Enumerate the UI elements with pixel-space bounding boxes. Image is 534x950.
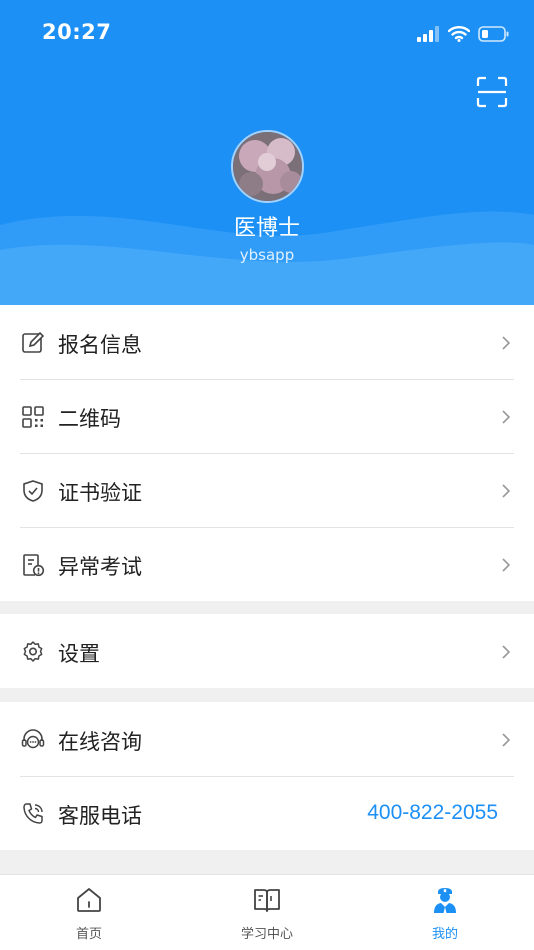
menu-item-label: 二维码 <box>58 407 121 431</box>
tab-home[interactable]: 首页 <box>0 875 178 950</box>
menu-item-settings[interactable]: 设置 <box>0 614 534 688</box>
bottom-tab-bar: 首页 学习中心 我的 <box>0 874 534 950</box>
home-icon <box>77 888 101 912</box>
tab-learning-center[interactable]: 学习中心 <box>178 875 356 950</box>
menu-item-registration-info[interactable]: 报名信息 <box>0 305 534 379</box>
chevron-right-icon <box>502 558 511 572</box>
qr-code-icon <box>22 406 44 428</box>
book-icon <box>254 889 280 912</box>
service-phone-number[interactable]: 400-822-2055 <box>367 801 498 825</box>
cellular-signal-icon <box>417 26 439 42</box>
tab-label: 我的 <box>431 927 458 942</box>
wifi-icon <box>448 26 470 42</box>
menu-group-support: 在线咨询 客服电话 400-822-2055 <box>0 702 534 850</box>
gear-icon <box>23 641 43 662</box>
exam-alert-icon <box>23 554 45 577</box>
menu-group-settings: 设置 <box>0 614 534 688</box>
status-bar: 20:27 <box>0 0 534 64</box>
menu-item-qr-code[interactable]: 二维码 <box>0 379 534 453</box>
profile-name: 医博士 <box>233 216 300 241</box>
tab-mine[interactable]: 我的 <box>356 875 534 950</box>
phone-icon <box>23 803 43 824</box>
scan-icon[interactable] <box>476 76 508 108</box>
menu-item-label: 在线咨询 <box>58 730 142 754</box>
menu-group-account: 报名信息 二维码 证书验证 异常考试 <box>0 305 534 601</box>
profile-header: 20:27 医博士 ybsapp <box>0 0 534 305</box>
menu-item-service-phone[interactable]: 客服电话 400-822-2055 <box>0 776 534 850</box>
menu-item-abnormal-exam[interactable]: 异常考试 <box>0 527 534 601</box>
edit-form-icon <box>22 331 45 353</box>
chevron-right-icon <box>502 410 511 424</box>
shield-check-icon <box>23 480 43 502</box>
battery-icon <box>478 26 509 42</box>
profile-account: ybsapp <box>239 246 295 264</box>
menu-item-label: 异常考试 <box>58 555 142 579</box>
chevron-right-icon <box>502 484 511 498</box>
menu-item-label: 证书验证 <box>58 481 142 505</box>
menu-item-label: 设置 <box>58 642 100 666</box>
headset-chat-icon <box>21 729 45 749</box>
chevron-right-icon <box>502 733 511 747</box>
menu-item-online-consult[interactable]: 在线咨询 <box>0 702 534 776</box>
avatar[interactable] <box>231 130 304 203</box>
doctor-user-icon <box>434 888 456 913</box>
tab-label: 学习中心 <box>240 927 293 942</box>
status-time: 20:27 <box>42 20 112 44</box>
menu-item-certificate-verify[interactable]: 证书验证 <box>0 453 534 527</box>
status-icons <box>416 22 510 46</box>
chevron-right-icon <box>502 336 511 350</box>
menu-item-label: 报名信息 <box>58 333 142 357</box>
tab-label: 首页 <box>75 927 102 942</box>
menu-item-label: 客服电话 <box>58 804 142 828</box>
chevron-right-icon <box>502 645 511 659</box>
